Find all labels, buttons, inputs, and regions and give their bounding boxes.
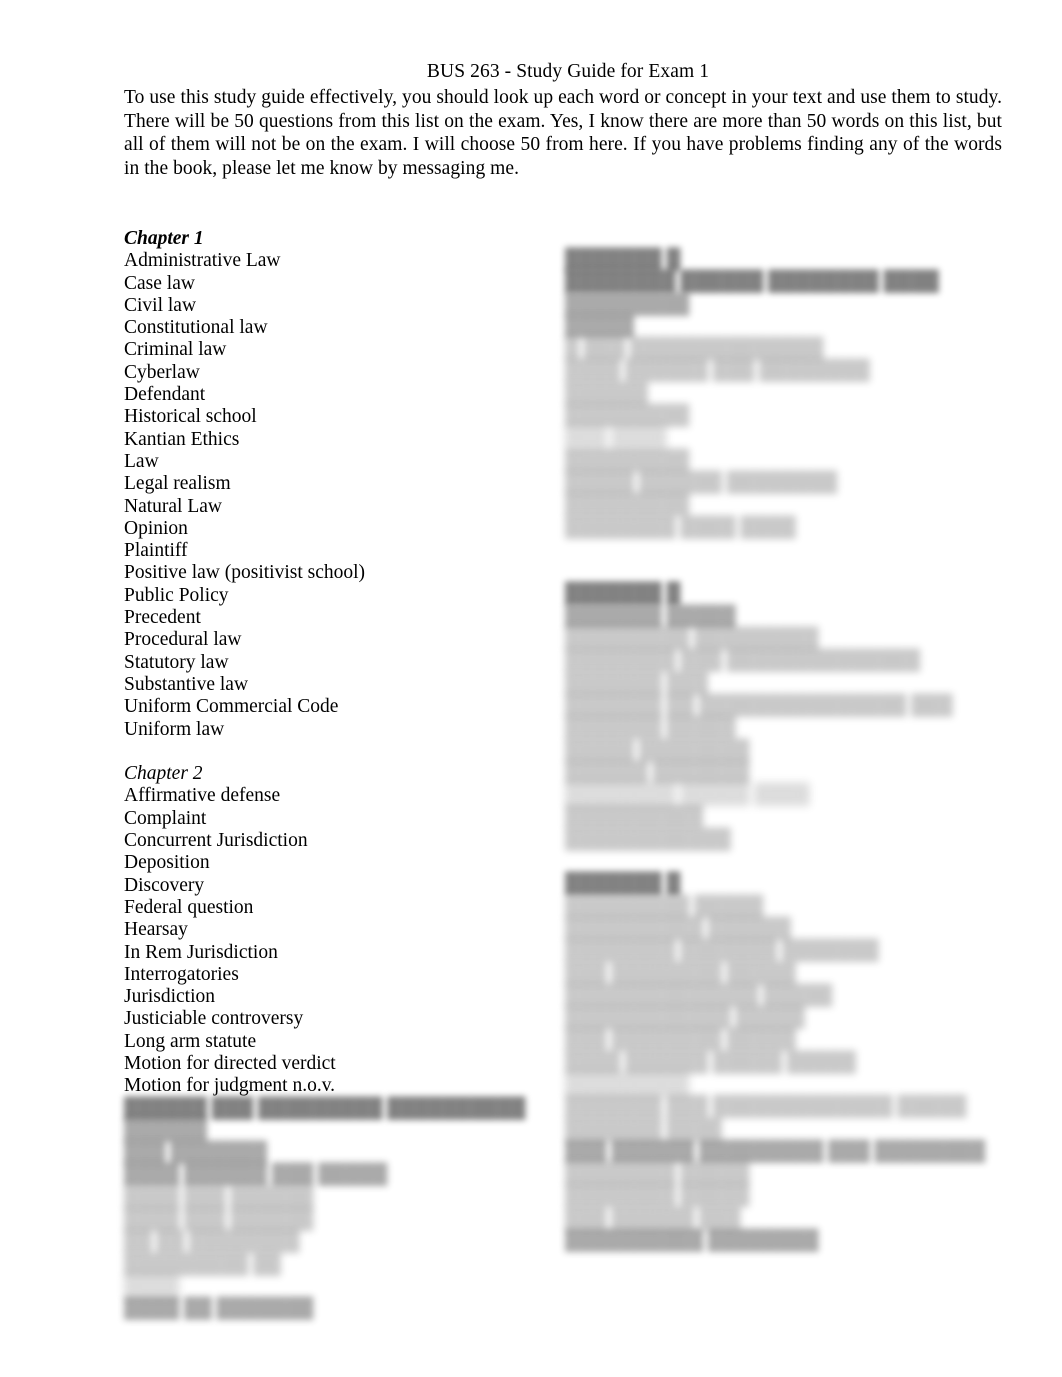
list-item: Discovery — [124, 874, 205, 896]
obscured-list-item: █████████ ██ — [124, 1253, 281, 1275]
chapter-2-heading: Chapter 2 — [124, 763, 203, 785]
list-item: Uniform Commercial Code — [124, 696, 339, 718]
obscured-chapter-heading: ███████ █ — [565, 249, 681, 270]
list-item: Defendant — [124, 384, 206, 406]
obscured-list-item: ███ ████ — [565, 427, 667, 449]
obscured-list-item: ████ ██████ ███ ████████ — [565, 360, 870, 382]
list-item: Motion for judgment n.o.v. — [124, 1075, 336, 1097]
obscured-list-item: ████████ ██████ ████████ ████ — [565, 271, 939, 293]
list-item: Positive law (positivist school) — [124, 562, 366, 584]
list-item: Legal realism — [124, 473, 231, 495]
list-item: Motion for directed verdict — [124, 1052, 336, 1074]
obscured-list-item: ████████ █████ — [565, 1185, 750, 1207]
obscured-list-item: ████ — [124, 1275, 180, 1297]
list-gap — [565, 851, 995, 873]
list-item: Plaintiff — [124, 540, 188, 562]
list-item: Interrogatories — [124, 963, 239, 985]
obscured-list-item: █ ███ ██████████████ — [565, 338, 824, 360]
obscured-list-item: ████████ █████ — [565, 1163, 750, 1185]
left-column: Chapter 1 Administrative Law Case law Ci… — [124, 228, 544, 1321]
obscured-list-item: ████ ███ ██████ — [124, 1186, 314, 1208]
list-item: Precedent — [124, 607, 201, 629]
list-item: Public Policy — [124, 584, 229, 606]
obscured-list-item: █████████ — [565, 1073, 690, 1095]
list-item: Historical school — [124, 406, 257, 428]
list-item: Jurisdiction — [124, 986, 215, 1008]
obscured-list-item: ██████ — [124, 1119, 207, 1141]
list-item: Concurrent Jurisdiction — [124, 830, 308, 852]
list-item: Substantive law — [124, 673, 249, 695]
list-item: Uniform law — [124, 718, 225, 740]
obscured-list-item: ████████ █████ ████ — [565, 784, 810, 806]
obscured-list-item: ███████ ████ — [565, 1118, 722, 1140]
obscured-list-item: ███████ █████ — [565, 605, 736, 627]
obscured-list-item: █████ ████████ — [565, 739, 750, 761]
list-item: Case law — [124, 272, 195, 294]
obscured-list-item: ██████████ — [565, 806, 704, 828]
obscured-list-item: ███ ███████ — [124, 1142, 268, 1164]
obscured-list-item: ███ ██████ ███ — [565, 1207, 741, 1229]
page-title: BUS 263 - Study Guide for Exam 1 — [426, 61, 710, 82]
obscured-list-item: █████████ █████ — [565, 895, 764, 917]
list-item: Justiciable controversy — [124, 1008, 304, 1030]
obscured-list-item: ████ ██████ █████ █████ — [565, 1051, 856, 1073]
list-item: Procedural law — [124, 629, 242, 651]
obscured-list-item: ██ ██ ████████ — [124, 1231, 300, 1253]
obscured-list-item: ███ ██████ █████████ ███ ████████ — [565, 1140, 986, 1162]
list-gap — [124, 741, 544, 763]
obscured-list-item: █████ — [565, 315, 635, 337]
obscured-list-item: █████████ — [565, 449, 690, 471]
obscured-list-item: █████████ — [565, 405, 690, 427]
list-item: Long arm statute — [124, 1030, 257, 1052]
right-column: ███████ █ ████████ ██████ ████████ ████ … — [565, 249, 995, 1252]
obscured-list-item: ████ ██ ███████ — [124, 1298, 314, 1320]
obscured-list-item: ██████ ███ █████████ ██████████ — [124, 1097, 526, 1119]
obscured-list-item: ███████ █████ — [565, 717, 736, 739]
obscured-list-item: █████ ██████ ████████ — [565, 471, 838, 493]
list-gap — [565, 561, 995, 583]
obscured-chapter-heading: ███████ █ — [565, 873, 681, 895]
list-item: Constitutional law — [124, 317, 268, 339]
obscured-list-item: ███ ████████ █████ — [565, 962, 796, 984]
list-item: Law — [124, 450, 159, 472]
obscured-list-item: ████████████ █████ — [565, 1007, 805, 1029]
obscured-list-item: ████████ ████ ████ — [565, 516, 796, 538]
list-item: Natural Law — [124, 495, 222, 517]
document-page: BUS 263 - Study Guide for Exam 1 To use … — [0, 0, 1062, 1377]
obscured-list-item: ████████ ███████ ███████ — [565, 940, 879, 962]
obscured-list-item: ███████ ██ ███████████████ ███ — [565, 694, 953, 716]
obscured-list-item: ████████ ███ ██████████████ — [565, 650, 921, 672]
obscured-list-item: ██████ — [565, 382, 648, 404]
obscured-list-item: ███████ ███ — [565, 672, 709, 694]
list-item: Federal question — [124, 896, 254, 918]
obscured-list-item: █████████ — [565, 494, 690, 516]
list-item: Statutory law — [124, 651, 229, 673]
obscured-list-item: ████ ██████ ███ █████ — [124, 1164, 388, 1186]
obscured-list-item: ██████ ███████ — [565, 761, 750, 783]
intro-paragraph: To use this study guide effectively, you… — [124, 87, 1002, 179]
list-item: Civil law — [124, 294, 197, 316]
obscured-list-item: █████████ █████████ — [565, 628, 819, 650]
list-item: Complaint — [124, 807, 207, 829]
obscured-list-item: ████ ███ ██████ — [124, 1209, 314, 1231]
obscured-chapter-heading: ███████ █ — [565, 583, 681, 605]
list-gap — [565, 539, 995, 561]
list-item: Kantian Ethics — [124, 428, 240, 450]
obscured-list-item: ████████████ — [565, 828, 731, 850]
obscured-list-item: ██████████ ██████ — [565, 917, 791, 939]
list-item: In Rem Jurisdiction — [124, 941, 278, 963]
obscured-list-item: ███ ████████ █████ — [565, 1029, 796, 1051]
obscured-list-item: █████████ — [565, 293, 690, 315]
list-item: Cyberlaw — [124, 361, 200, 383]
obscured-list-item: ██████████████ █████ — [565, 984, 833, 1006]
list-item: Opinion — [124, 517, 188, 539]
list-item: Criminal law — [124, 339, 227, 361]
list-item: Deposition — [124, 852, 210, 874]
list-item: Affirmative defense — [124, 785, 281, 807]
obscured-list-item: ██████████ ████████ — [565, 1230, 819, 1252]
list-item: Administrative Law — [124, 250, 281, 272]
obscured-list-item: ███████ ███ █████████████ █████ — [565, 1096, 967, 1118]
chapter-1-heading: Chapter 1 — [124, 228, 204, 249]
list-item: Hearsay — [124, 919, 188, 941]
